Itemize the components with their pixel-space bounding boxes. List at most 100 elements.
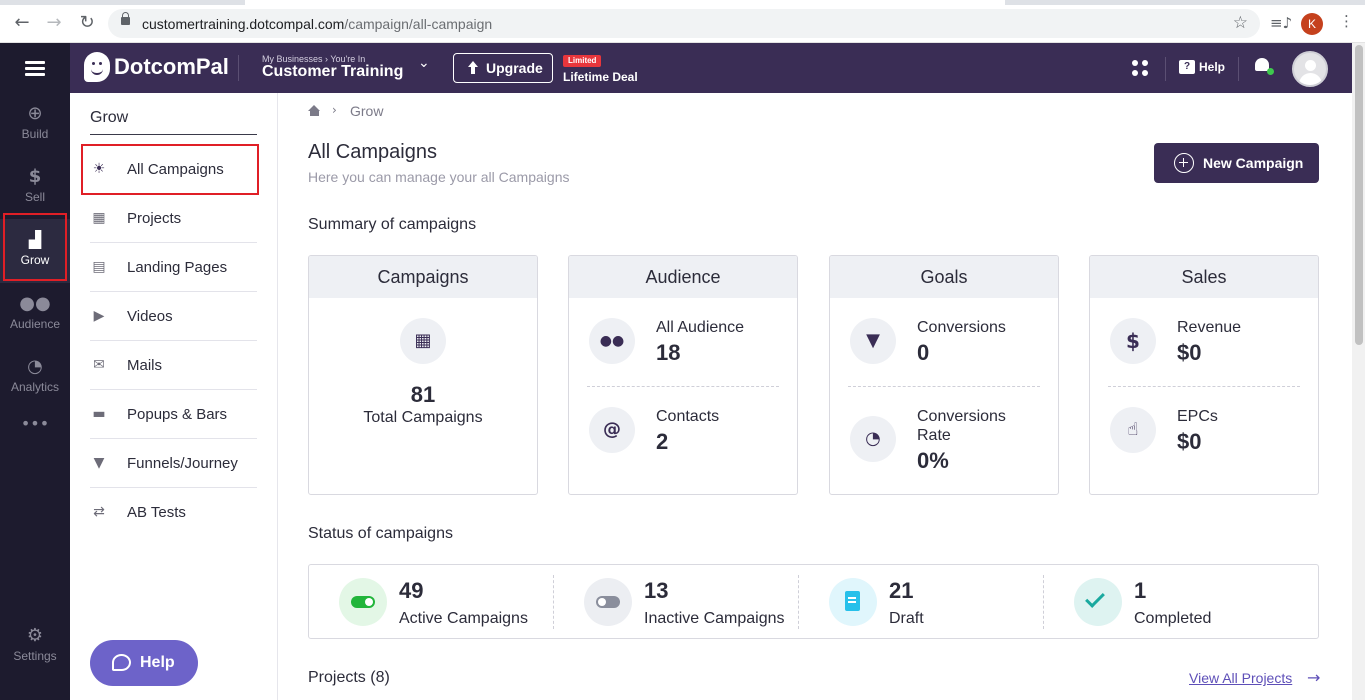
address-bar[interactable]: customertraining.dotcompal.com/campaign/… <box>108 9 1260 38</box>
header-help-button[interactable]: ? Help <box>1179 60 1225 74</box>
subnav-title: Grow <box>90 109 129 126</box>
draft-count: 21 <box>889 578 914 603</box>
goals-card: Goals ▼ Conversions 0 ◔ Conversions Rate… <box>829 255 1059 495</box>
active-label: Active Campaigns <box>399 610 528 627</box>
subnav-item-ab-tests[interactable]: ⇄ AB Tests <box>90 488 257 537</box>
completed-label: Completed <box>1134 610 1212 627</box>
status-panel: 49 Active Campaigns 13 Inactive Campaign… <box>308 564 1319 639</box>
card-header: Audience <box>569 256 797 298</box>
audience-icon: ●● <box>589 318 635 364</box>
sales-card: Sales $ Revenue $0 ☝ EPCs $0 <box>1089 255 1319 495</box>
epc-click-icon: ☝ <box>1110 407 1156 453</box>
home-icon[interactable] <box>308 105 321 116</box>
conversions-value: 0 <box>917 340 930 365</box>
epcs-value: $0 <box>1177 429 1202 454</box>
metric-divider <box>587 386 779 387</box>
rail-more[interactable]: ••• <box>0 405 70 445</box>
header-divider <box>1238 57 1239 81</box>
rail-item-build[interactable]: ⊕ Build <box>0 95 70 155</box>
revenue-value: $0 <box>1177 340 1202 365</box>
limited-badge: Limited <box>563 55 602 67</box>
lifetime-deal-link[interactable]: Lifetime Deal <box>563 70 638 84</box>
user-avatar[interactable] <box>1292 51 1328 87</box>
apps-grid-icon[interactable] <box>1132 60 1150 78</box>
brand-name[interactable]: DotcomPal <box>114 54 229 80</box>
card-header: Sales <box>1090 256 1318 298</box>
upgrade-button[interactable]: Upgrade <box>453 53 553 83</box>
view-all-projects-link[interactable]: View All Projects → <box>1189 668 1320 687</box>
subnav-item-projects[interactable]: ▦ Projects <box>90 194 257 243</box>
url-text[interactable]: customertraining.dotcompal.com/campaign/… <box>142 16 492 32</box>
hamburger-menu-icon[interactable] <box>25 61 45 76</box>
landing-pages-icon: ▤ <box>92 259 106 275</box>
subnav-item-funnels-journey[interactable]: ▼ Funnels/Journey <box>90 439 257 488</box>
rail-item-label: Build <box>21 127 49 141</box>
total-campaigns-value: 81 <box>410 382 436 407</box>
header-help-label: Help <box>1199 60 1226 74</box>
inactive-toggle-circle <box>584 578 632 626</box>
chevron-down-icon[interactable]: ⌄ <box>418 55 430 71</box>
contacts-icon: @ <box>589 407 635 453</box>
forward-icon[interactable]: → <box>44 13 64 33</box>
rail-item-analytics[interactable]: ◔ Analytics <box>0 348 70 408</box>
popup-icon: ▬ <box>92 406 106 422</box>
mail-icon: ✉ <box>93 357 105 373</box>
rail-item-sell[interactable]: $ Sell <box>0 158 70 218</box>
main-content: › Grow All Campaigns Here you can manage… <box>278 93 1352 700</box>
status-inactive[interactable]: 13 Inactive Campaigns <box>554 565 799 638</box>
conversion-rate-icon: ◔ <box>850 416 896 462</box>
back-icon[interactable]: ← <box>12 13 32 33</box>
online-status-dot <box>1267 68 1274 75</box>
upgrade-arrow-icon <box>467 61 479 75</box>
new-campaign-button[interactable]: New Campaign <box>1154 143 1319 183</box>
conversions-label: Conversions <box>917 319 1006 336</box>
toggle-on-icon <box>351 596 375 608</box>
subnav-item-mails[interactable]: ✉ Mails <box>90 341 257 390</box>
rail-item-settings[interactable]: ⚙ Settings <box>0 617 70 677</box>
contacts-label: Contacts <box>656 408 720 425</box>
people-icon: ●● <box>19 293 51 314</box>
status-completed[interactable]: 1 Completed <box>1044 565 1289 638</box>
profile-avatar[interactable]: K <box>1301 13 1323 35</box>
revenue-label: Revenue <box>1177 319 1242 336</box>
breadcrumb-current[interactable]: Grow <box>350 103 383 119</box>
rail-item-label: Analytics <box>10 380 60 394</box>
status-draft[interactable]: 21 Draft <box>799 565 1044 638</box>
draft-document-icon <box>845 591 860 611</box>
browser-menu-icon[interactable]: ⋮ <box>1339 12 1354 30</box>
draft-circle <box>829 578 877 626</box>
status-active[interactable]: 49 Active Campaigns <box>309 565 554 638</box>
view-all-projects-label: View All Projects <box>1189 670 1293 686</box>
campaigns-icon: ▦ <box>400 318 446 364</box>
business-name[interactable]: Customer Training <box>262 63 403 81</box>
page-subtitle: Here you can manage your all Campaigns <box>308 169 570 185</box>
upgrade-label: Upgrade <box>486 60 543 76</box>
bookmark-star-icon[interactable]: ☆ <box>1233 13 1248 33</box>
header-divider <box>238 55 239 81</box>
subnav-item-label: Popups & Bars <box>127 406 228 423</box>
bell-icon[interactable] <box>1255 58 1274 75</box>
pie-icon: ◔ <box>27 356 43 377</box>
subnav-item-popups-bars[interactable]: ▬ Popups & Bars <box>90 390 257 439</box>
dotcompal-logo-icon[interactable] <box>84 52 110 82</box>
page-scrollbar[interactable] <box>1352 43 1365 700</box>
rail-item-label: Settings <box>13 649 57 663</box>
metric-divider <box>848 386 1040 387</box>
subnav-item-videos[interactable]: ▶ Videos <box>90 292 257 341</box>
subnav-item-landing-pages[interactable]: ▤ Landing Pages <box>90 243 257 292</box>
audience-card: Audience ●● All Audience 18 @ Contacts 2 <box>568 255 798 495</box>
dollar-icon: $ <box>28 166 42 187</box>
reload-icon[interactable]: ↻ <box>77 13 97 33</box>
plus-circle-icon: ⊕ <box>27 103 43 124</box>
rail-item-audience[interactable]: ●● Audience <box>0 285 70 345</box>
more-dots-icon: ••• <box>20 414 50 433</box>
toggle-off-icon <box>596 596 620 608</box>
help-chat-button[interactable]: Help <box>90 640 198 686</box>
help-chat-label: Help <box>140 654 175 671</box>
scrollbar-thumb[interactable] <box>1355 45 1363 345</box>
gear-icon: ⚙ <box>26 625 44 646</box>
completed-circle <box>1074 578 1122 626</box>
media-control-icon[interactable]: ≡♪ <box>1270 14 1292 32</box>
active-tab[interactable] <box>245 0 1005 5</box>
all-audience-label: All Audience <box>656 319 745 336</box>
